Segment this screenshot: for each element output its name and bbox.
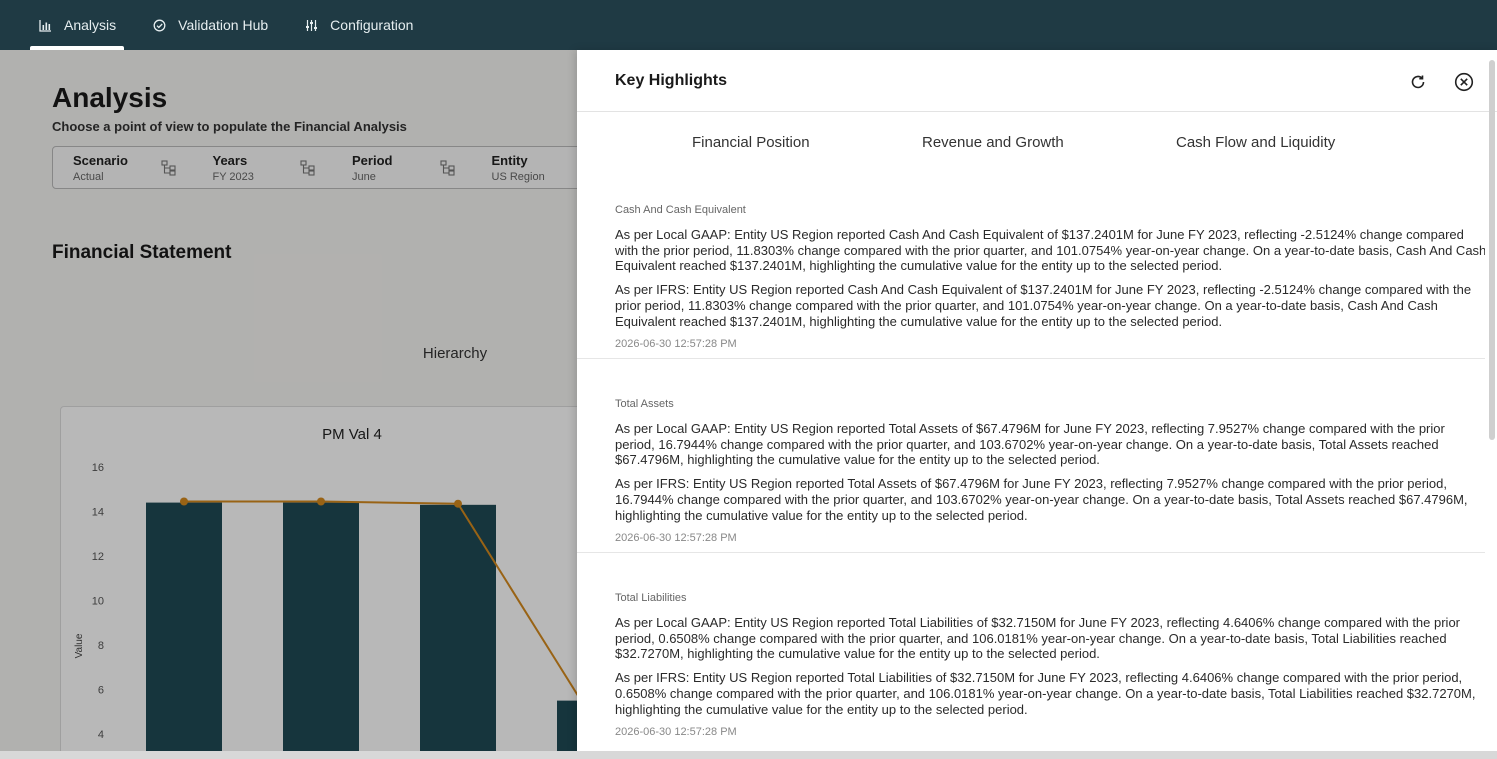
tab-financial-position[interactable]: Financial Position: [692, 134, 810, 151]
tab-validation-hub-label: Validation Hub: [178, 17, 269, 33]
page-title: Analysis: [52, 82, 168, 113]
key-highlights-panel: Key Highlights Financial Position Revenu…: [577, 50, 1497, 759]
pov-period[interactable]: Period June: [332, 147, 472, 188]
hierarchy-icon[interactable]: [439, 160, 456, 176]
y-tick-label: 12: [92, 551, 104, 563]
chart-bars: [146, 502, 600, 751]
bar-line-chart: PM Val 4 Value 4 6 8 10 12 14 16: [74, 426, 600, 751]
highlight-text: As per IFRS: Entity US Region reported T…: [615, 476, 1468, 523]
financial-statement-title: Financial Statement: [52, 242, 232, 263]
highlight-text: As per Local GAAP: Entity US Region repo…: [615, 615, 1461, 662]
bar-chart-icon: [38, 18, 52, 32]
hierarchy-icon[interactable]: [300, 160, 316, 176]
chart-line: [180, 497, 596, 724]
divider: [577, 552, 1485, 553]
highlight-text: As per Local GAAP: Entity US Region repo…: [615, 227, 1485, 274]
tab-cash-flow-and-liquidity[interactable]: Cash Flow and Liquidity: [1176, 134, 1335, 151]
highlight-card: Total Liabilities As per Local GAAP: Ent…: [615, 592, 1485, 738]
highlight-title: Total Liabilities: [615, 592, 687, 604]
bottom-strip: [0, 751, 1497, 759]
y-tick-label: 8: [98, 640, 104, 652]
highlight-timestamp: 2026-06-30 12:57:28 PM: [615, 532, 737, 545]
close-icon[interactable]: [1454, 72, 1474, 92]
chart-point[interactable]: [317, 497, 325, 506]
highlight-card: Cash And Cash Equivalent As per Local GA…: [615, 204, 1485, 350]
sliders-icon: [304, 18, 318, 32]
hierarchy-label: Hierarchy: [422, 345, 488, 362]
chart-bar[interactable]: [146, 502, 222, 751]
highlight-title: Total Assets: [615, 398, 674, 410]
chart-point[interactable]: [180, 497, 188, 506]
highlight-timestamp: 2026-06-30 12:57:28 PM: [615, 338, 737, 351]
tab-analysis-label: Analysis: [64, 17, 117, 33]
highlight-card: Total Assets As per Local GAAP: Entity U…: [615, 398, 1485, 544]
scrollbar[interactable]: [1489, 60, 1495, 440]
chart-y-axis-label: Value: [74, 633, 85, 658]
y-tick-label: 14: [92, 507, 104, 519]
point-of-view-bar: Scenario Actual Years FY 2023 Period Jun…: [52, 146, 612, 189]
hierarchy-icon[interactable]: [160, 160, 177, 176]
y-tick-label: 16: [92, 462, 104, 474]
y-tick-label: 4: [98, 729, 104, 741]
y-tick-label: 10: [92, 596, 104, 608]
highlight-title: Cash And Cash Equivalent: [615, 204, 746, 216]
panel-tabs: Financial Position Revenue and Growth Ca…: [577, 112, 1497, 174]
tab-revenue-and-growth[interactable]: Revenue and Growth: [922, 134, 1064, 151]
chart-series-line: [184, 500, 596, 724]
chart-title: PM Val 4: [322, 426, 382, 443]
highlights-list[interactable]: Cash And Cash Equivalent As per Local GA…: [577, 174, 1485, 759]
highlight-text: As per Local GAAP: Entity US Region repo…: [615, 421, 1445, 468]
refresh-icon[interactable]: [1408, 72, 1428, 92]
page-subtitle: Choose a point of view to populate the F…: [52, 119, 407, 134]
chart-bar[interactable]: [283, 502, 359, 751]
highlight-text: As per IFRS: Entity US Region reported C…: [615, 282, 1472, 329]
highlight-text: As per IFRS: Entity US Region reported T…: [615, 670, 1476, 717]
tab-configuration-label: Configuration: [330, 17, 414, 33]
tab-configuration[interactable]: Configuration: [296, 0, 421, 50]
panel-title: Key Highlights: [615, 71, 728, 89]
y-tick-label: 6: [98, 685, 104, 697]
chart-point[interactable]: [454, 499, 462, 508]
pov-years[interactable]: Years FY 2023: [193, 147, 333, 188]
chart-bar[interactable]: [420, 504, 496, 751]
y-axis-ticks: 4 6 8 10 12 14 16: [92, 462, 104, 741]
top-nav: Analysis Validation Hub Configuration: [0, 0, 1497, 50]
check-circle-icon: [152, 18, 166, 32]
tab-analysis[interactable]: Analysis: [30, 0, 125, 50]
tab-validation-hub[interactable]: Validation Hub: [144, 0, 276, 50]
panel-header: Key Highlights: [577, 50, 1497, 112]
divider: [577, 358, 1485, 359]
pov-scenario[interactable]: Scenario Actual: [53, 147, 193, 188]
highlight-timestamp: 2026-06-30 12:57:28 PM: [615, 726, 737, 739]
